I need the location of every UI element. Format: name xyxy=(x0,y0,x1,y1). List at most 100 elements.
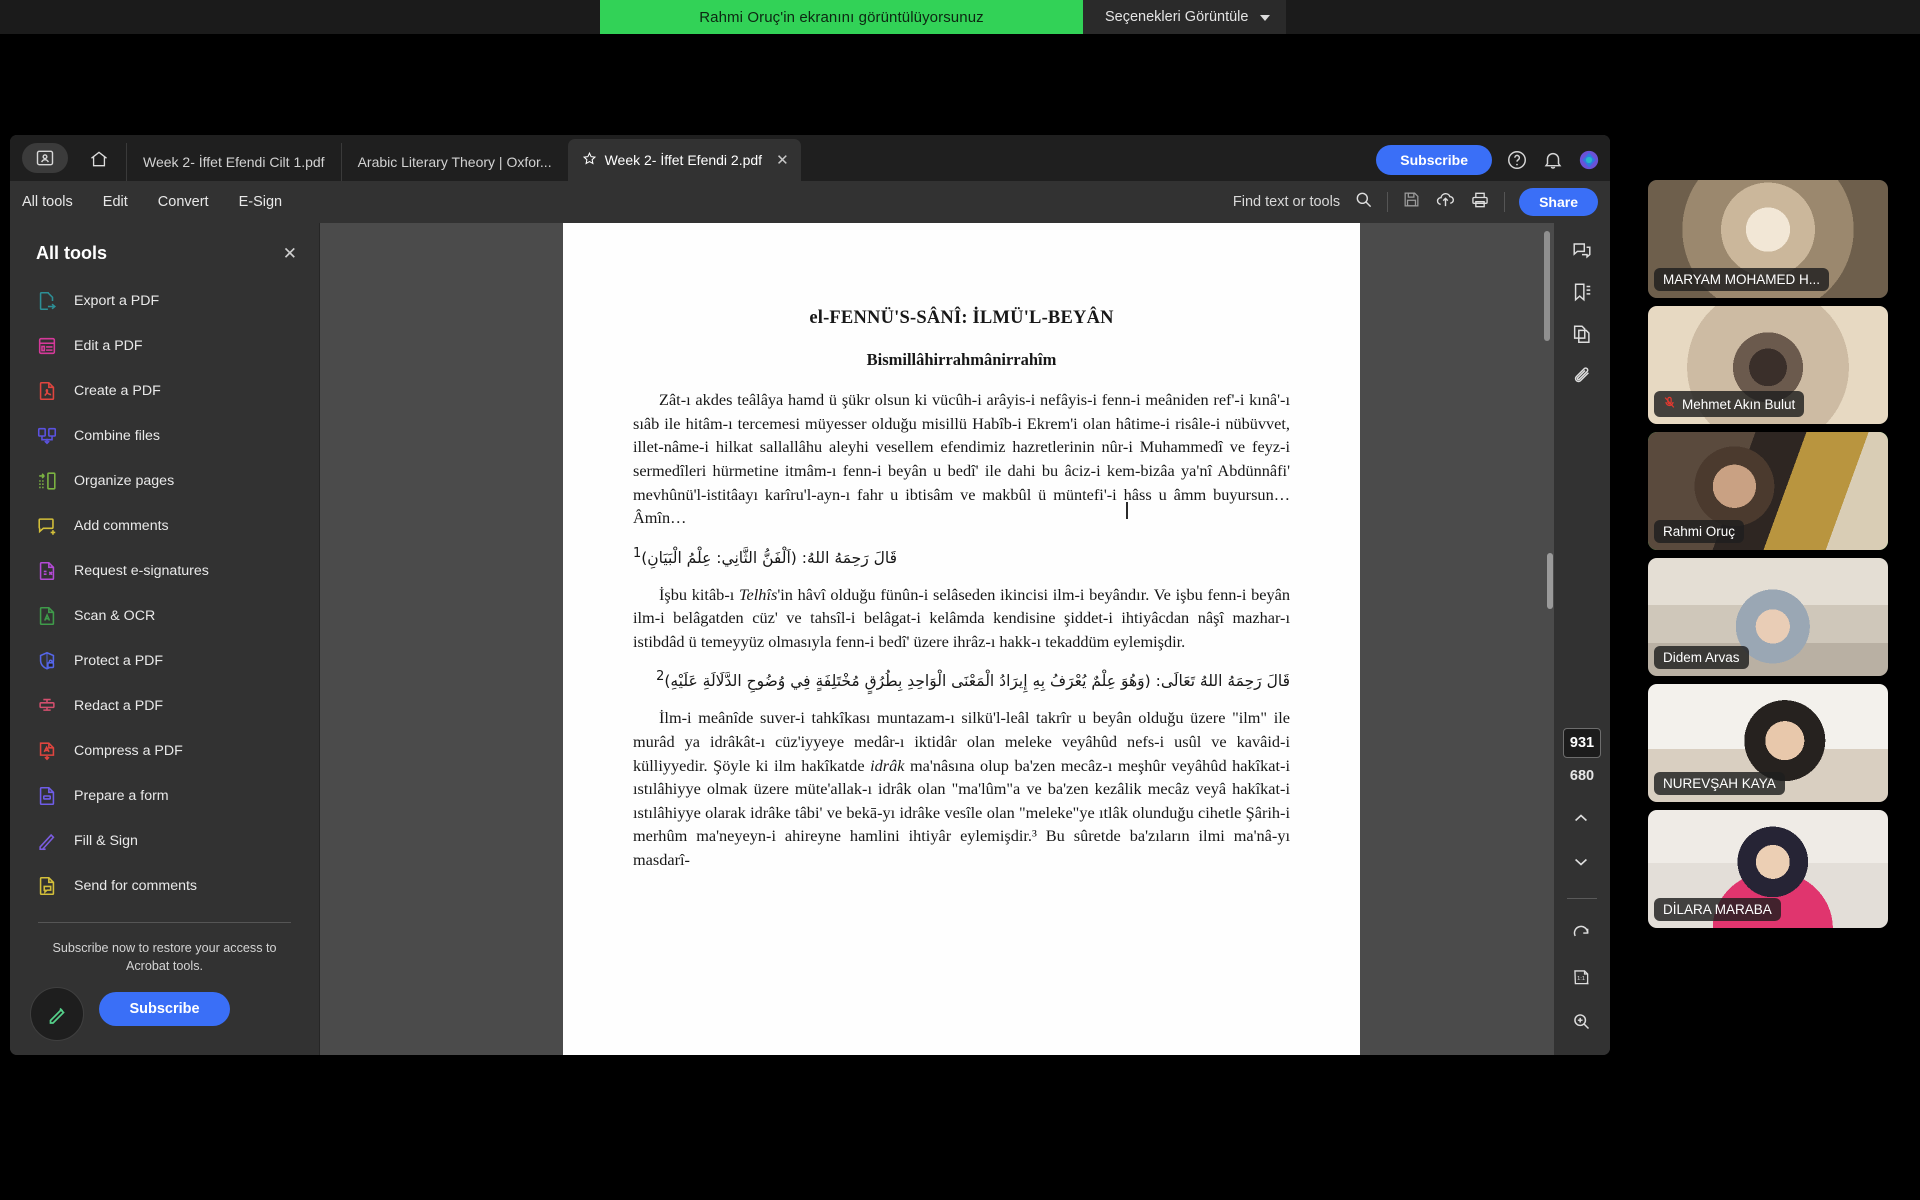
bookmarks-panel-icon[interactable] xyxy=(1571,281,1593,303)
tool-fill-and-sign[interactable]: Fill & Sign xyxy=(10,818,319,863)
svg-text:1:1: 1:1 xyxy=(1577,976,1585,982)
name-label: MARYAM MOHAMED H... xyxy=(1663,272,1821,287)
menu-convert[interactable]: Convert xyxy=(158,194,209,210)
create-pdf-icon xyxy=(36,380,58,402)
tool-label: Redact a PDF xyxy=(74,697,164,714)
tool-create-a-pdf[interactable]: Create a PDF xyxy=(10,368,319,413)
notification-bell-icon[interactable] xyxy=(1542,149,1564,171)
tool-export-a-pdf[interactable]: Export a PDF xyxy=(10,278,319,323)
participant-tile-mehmet[interactable]: Mehmet Akın Bulut xyxy=(1648,306,1888,424)
screen-share-notice: Rahmi Oruç'in ekranını görüntülüyorsunuz xyxy=(600,0,1083,34)
tab-arabic-literary-theory[interactable]: Arabic Literary Theory | Oxfor... xyxy=(340,143,568,181)
text-cursor xyxy=(1126,502,1128,519)
participant-tile-maryam[interactable]: MARYAM MOHAMED H... xyxy=(1648,180,1888,298)
tool-label: Send for comments xyxy=(74,877,198,894)
tab-strip: Week 2- İffet Efendi Cilt 1.pdf Arabic L… xyxy=(10,135,1610,181)
help-circle-icon[interactable] xyxy=(1506,149,1528,171)
acrobat-app-icon[interactable] xyxy=(22,143,68,173)
tool-redact-a-pdf[interactable]: Redact a PDF xyxy=(10,683,319,728)
home-button[interactable] xyxy=(80,140,118,178)
save-disk-icon[interactable] xyxy=(1402,190,1421,214)
rail-lower-group: 1:1 xyxy=(1554,808,1610,1055)
export-pdf-icon xyxy=(36,290,58,312)
menu-edit[interactable]: Edit xyxy=(103,194,128,210)
fill-sign-icon xyxy=(36,830,58,852)
tool-compress-a-pdf[interactable]: Compress a PDF xyxy=(10,728,319,773)
all-tools-header: All tools ✕ xyxy=(10,223,319,278)
document-arabic-quote-2: قَالَ رَحِمَهُ اللهُ تَعَالَى: (وَهُوَ ع… xyxy=(633,665,1290,696)
tool-add-comments[interactable]: Add comments xyxy=(10,503,319,548)
document-viewport[interactable]: el-FENNÜ'S-SÂNÎ: İLMÜ'L-BEYÂN Bismillâhi… xyxy=(320,223,1554,1055)
send-for-comments-icon xyxy=(36,875,58,897)
tool-protect-a-pdf[interactable]: Protect a PDF xyxy=(10,638,319,683)
close-tab-icon[interactable]: ✕ xyxy=(776,151,789,169)
document-scrollbar[interactable] xyxy=(1544,231,1550,341)
pdf-page[interactable]: el-FENNÜ'S-SÂNÎ: İLMÜ'L-BEYÂN Bismillâhi… xyxy=(563,223,1360,1055)
tool-request-e-signatures[interactable]: Request e-signatures xyxy=(10,548,319,593)
participant-name: Rahmi Oruç xyxy=(1654,520,1745,543)
attachments-panel-icon[interactable] xyxy=(1571,365,1593,387)
rotate-clockwise-icon[interactable] xyxy=(1571,923,1593,945)
participant-tile-rahmi[interactable]: Rahmi Oruç xyxy=(1648,432,1888,550)
tab-week2-cilt1[interactable]: Week 2- İffet Efendi Cilt 1.pdf xyxy=(126,143,341,181)
combine-files-icon xyxy=(36,425,58,447)
edit-pencil-icon[interactable] xyxy=(30,987,84,1041)
tool-label: Combine files xyxy=(74,427,160,444)
name-label: Didem Arvas xyxy=(1663,650,1740,665)
search-icon[interactable] xyxy=(1354,190,1373,214)
tool-organize-pages[interactable]: Organize pages xyxy=(10,458,319,503)
paragraph-text: İşbu kitâb-ı xyxy=(659,584,739,604)
divider xyxy=(1387,192,1389,212)
share-button[interactable]: Share xyxy=(1519,188,1598,216)
tool-label: Export a PDF xyxy=(74,292,160,309)
arabic-text: قَالَ رَحِمَهُ اللهُ تَعَالَى: (وَهُوَ ع… xyxy=(664,672,1290,691)
participant-tile-nurevsah[interactable]: NUREVŞAH KAYA xyxy=(1648,684,1888,802)
document-paragraph-3: İlm-i meânîde suver-i tahkîkası muntazam… xyxy=(633,706,1290,871)
name-label: Rahmi Oruç xyxy=(1663,524,1736,539)
user-avatar-icon[interactable] xyxy=(1578,149,1600,171)
chevron-up-icon[interactable] xyxy=(1571,808,1593,830)
screen-share-banner: Rahmi Oruç'in ekranını görüntülüyorsunuz… xyxy=(0,0,1920,34)
tool-label: Create a PDF xyxy=(74,382,161,399)
participant-tile-dilara[interactable]: DİLARA MARABA xyxy=(1648,810,1888,928)
tool-send-for-comments[interactable]: Send for comments xyxy=(10,863,319,908)
tool-label: Compress a PDF xyxy=(74,742,183,759)
edit-pdf-icon xyxy=(36,335,58,357)
menu-all-tools[interactable]: All tools xyxy=(22,194,73,210)
right-tool-rail: 931 680 1:1 xyxy=(1547,223,1610,1055)
participant-name: MARYAM MOHAMED H... xyxy=(1654,268,1830,291)
star-icon[interactable] xyxy=(582,151,597,169)
fit-actual-size-icon[interactable]: 1:1 xyxy=(1571,967,1593,989)
acrobat-window: Week 2- İffet Efendi Cilt 1.pdf Arabic L… xyxy=(10,135,1610,1055)
total-pages-label: 680 xyxy=(1569,768,1595,784)
viewport-scrollbar[interactable] xyxy=(1547,553,1553,609)
name-label: NUREVŞAH KAYA xyxy=(1663,776,1776,791)
acrobat-body: All tools ✕ Export a PDF Edit a PDF Crea… xyxy=(10,223,1610,1055)
page-thumbnails-icon[interactable] xyxy=(1571,323,1593,345)
italic-title: Telhîs xyxy=(739,584,778,604)
document-paragraph-1: Zât-ı akdes teâlâya hamd ü şükr olsun ki… xyxy=(633,390,1290,528)
current-page-input[interactable]: 931 xyxy=(1563,728,1601,758)
zoom-in-icon[interactable] xyxy=(1571,1011,1593,1033)
subscribe-button[interactable]: Subscribe xyxy=(99,991,230,1026)
redact-pdf-icon xyxy=(36,695,58,717)
view-options-button[interactable]: Seçenekleri Görüntüle xyxy=(1083,0,1287,34)
tool-edit-a-pdf[interactable]: Edit a PDF xyxy=(10,323,319,368)
request-esign-icon xyxy=(36,560,58,582)
comments-panel-icon[interactable] xyxy=(1571,239,1593,261)
organize-pages-icon xyxy=(36,470,58,492)
print-icon[interactable] xyxy=(1470,190,1490,215)
subscribe-button-top[interactable]: Subscribe xyxy=(1376,145,1492,175)
chevron-down-icon[interactable] xyxy=(1571,852,1593,874)
tool-prepare-a-form[interactable]: Prepare a form xyxy=(10,773,319,818)
participant-tile-didem[interactable]: Didem Arvas xyxy=(1648,558,1888,676)
tool-scan-and-ocr[interactable]: Scan & OCR xyxy=(10,593,319,638)
menu-esign[interactable]: E-Sign xyxy=(239,194,283,210)
name-label: DİLARA MARABA xyxy=(1663,902,1772,917)
tab-week2-iffet-efendi-2[interactable]: Week 2- İffet Efendi 2.pdf ✕ xyxy=(567,139,801,181)
tool-label: Prepare a form xyxy=(74,787,169,804)
tool-combine-files[interactable]: Combine files xyxy=(10,413,319,458)
close-icon[interactable]: ✕ xyxy=(283,244,297,264)
cloud-upload-icon[interactable] xyxy=(1435,189,1456,215)
toolbar-right-actions: Find text or tools Share xyxy=(1233,181,1598,223)
